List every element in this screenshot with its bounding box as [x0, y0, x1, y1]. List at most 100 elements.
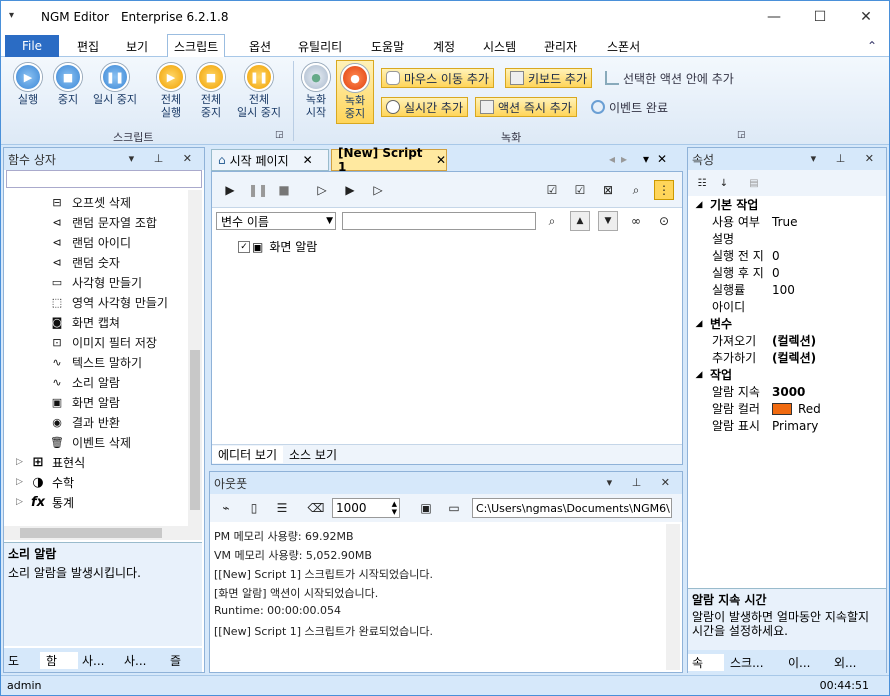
move-down-icon[interactable]: ▼	[598, 211, 618, 231]
run-button[interactable]: ▶ 실행	[11, 63, 45, 106]
tab-start-page[interactable]: ⌂ 시작 페이지 ✕	[211, 149, 329, 171]
toolbox-item[interactable]: ∿ 소리 알람	[50, 372, 120, 392]
clean-icon[interactable]: ⌁	[216, 498, 236, 518]
toolbox-category[interactable]: ▷ ⊞ 표현식	[16, 452, 85, 472]
vertical-scrollbar[interactable]	[188, 190, 202, 526]
maximize-button[interactable]: ☐	[797, 1, 843, 33]
stepper-arrows-icon[interactable]: ▲ ▼	[392, 500, 397, 516]
add-action-now-button[interactable]: 액션 즉시 추가	[475, 97, 577, 117]
toolbox-item[interactable]: ⊲ 랜덤 아이디	[50, 232, 131, 252]
prop-row[interactable]: 알람 표시 Primary	[688, 417, 886, 434]
categorized-icon[interactable]: ☷	[692, 173, 712, 193]
toolbox-search-input[interactable]	[6, 170, 202, 188]
toolbox-item[interactable]: ∿ 텍스트 말하기	[50, 352, 142, 372]
add-keyboard-button[interactable]: 키보드 추가	[505, 68, 593, 88]
close-button[interactable]: ✕	[843, 1, 889, 33]
search-icon[interactable]: ⌕	[542, 211, 562, 231]
add-in-selected-button[interactable]: 선택한 액션 안에 추가	[601, 68, 738, 88]
horizontal-scrollbar[interactable]	[4, 526, 202, 540]
prop-category-work[interactable]: ◢ 작업	[688, 366, 886, 383]
record-group-expand-icon[interactable]: ◲	[737, 130, 746, 140]
script-tree-item[interactable]: ✓ ▣ 화면 알람	[238, 238, 317, 255]
stop-all-button[interactable]: ■ 전체 중지	[191, 63, 231, 119]
tab-script[interactable]: [New] Script 1 ✕	[331, 146, 447, 174]
toolbox-item[interactable]: ⊟ 오프셋 삭제	[50, 192, 131, 212]
sort-alpha-icon[interactable]: ↓	[714, 173, 734, 193]
prop-row[interactable]: 설명	[688, 230, 886, 247]
menu-system[interactable]: 시스템	[483, 36, 516, 56]
list-icon[interactable]: ☰	[272, 498, 292, 518]
find-icon[interactable]: ⌕	[626, 180, 646, 200]
menu-script[interactable]: 스크립트	[167, 34, 226, 58]
toolbox-item[interactable]: ⊡ 이미지 필터 저장	[50, 332, 157, 352]
record-start-button[interactable]: ● 녹화 시작	[299, 63, 333, 119]
toolbox-item[interactable]: ▣ 화면 알람	[50, 392, 120, 412]
toolbox-item[interactable]: ⊲ 랜덤 숫자	[50, 252, 120, 272]
prop-row[interactable]: 아이디	[688, 298, 886, 315]
menu-help[interactable]: 도움말	[371, 36, 404, 56]
prop-row[interactable]: 가져오기 (컬렉션)	[688, 332, 886, 349]
prop-category-basic[interactable]: ◢ 기본 작업	[688, 196, 886, 213]
menu-edit[interactable]: 편집	[77, 36, 99, 56]
tab-properties[interactable]: 속	[688, 653, 724, 671]
variable-search-input[interactable]	[342, 212, 536, 230]
stop-icon[interactable]: ■	[274, 180, 294, 200]
tab-scroll-icon[interactable]: ◂▸	[609, 152, 633, 166]
system-menu-icon[interactable]: ▾	[9, 10, 23, 24]
toolbox-item[interactable]: ▭ 사각형 만들기	[50, 272, 142, 292]
move-up-icon[interactable]: ▲	[570, 211, 590, 231]
toolbox-item[interactable]: ⊲ 랜덤 문자열 조합	[50, 212, 157, 232]
tab-external-props[interactable]: 외...	[828, 654, 874, 671]
toolbox-item[interactable]: ⬚ 영역 사각형 만들기	[50, 292, 168, 312]
pause-button[interactable]: ❚❚ 일시 중지	[87, 63, 143, 106]
record-stop-button[interactable]: ● 녹화 중지	[336, 60, 374, 124]
minimize-button[interactable]: —	[751, 1, 797, 33]
tab-list-icon[interactable]: ▾✕	[643, 152, 675, 166]
pause-icon[interactable]: ❚❚	[248, 180, 268, 200]
menu-utility[interactable]: 유틸리티	[298, 36, 342, 56]
tab-image-props[interactable]: 이...	[782, 654, 828, 671]
prop-row[interactable]: 알람 지속 3000	[688, 383, 886, 400]
tab-close-icon[interactable]: ✕	[303, 153, 313, 167]
tree-view-icon[interactable]: ⋮	[654, 180, 674, 200]
add-mouse-move-button[interactable]: 마우스 이동 추가	[381, 68, 494, 88]
tab-toolbox-3[interactable]: 사...	[78, 652, 120, 669]
toolbox-category[interactable]: ▷ fx 통계	[16, 492, 74, 512]
step-icon[interactable]: ▷	[312, 180, 332, 200]
panel-controls[interactable]: ▾ ⊥ ✕	[811, 152, 882, 165]
menu-admin[interactable]: 관리자	[544, 36, 577, 56]
prop-row[interactable]: 사용 여부 True	[688, 213, 886, 230]
prop-row[interactable]: 실행률 100	[688, 281, 886, 298]
prop-row[interactable]: 추가하기 (컬렉션)	[688, 349, 886, 366]
log-path-input[interactable]: C:\Users\ngmas\Documents\NGM6\	[472, 498, 672, 518]
play-icon[interactable]: ▶	[220, 180, 240, 200]
prop-row[interactable]: 실행 후 지 0	[688, 264, 886, 281]
save-icon[interactable]: ▣	[416, 498, 436, 518]
toolbox-item[interactable]: 🗑 이벤트 삭제	[50, 432, 131, 452]
folder-icon[interactable]: ▭	[444, 498, 464, 518]
event-done-button[interactable]: 이벤트 완료	[587, 97, 672, 117]
variable-select[interactable]: 변수 이름 ▼	[216, 212, 336, 230]
delete-icon[interactable]: ⊠	[598, 180, 618, 200]
tab-close-icon[interactable]: ✕	[436, 153, 446, 167]
panel-controls[interactable]: ▾ ⊥ ✕	[607, 476, 678, 489]
prop-row[interactable]: 알람 컬러 Red	[688, 400, 886, 417]
step-into-icon[interactable]: ▶	[340, 180, 360, 200]
pause-all-button[interactable]: ❚❚ 전체 일시 중지	[231, 63, 287, 119]
toolbox-item[interactable]: ◙ 화면 캡쳐	[50, 312, 120, 332]
tab-toolbox-5[interactable]: 즐	[166, 652, 196, 669]
tab-editor-view[interactable]: 에디터 보기	[212, 446, 284, 463]
menu-view[interactable]: 보기	[126, 36, 148, 56]
add-realtime-button[interactable]: 실시간 추가	[381, 97, 469, 117]
menu-options[interactable]: 옵션	[249, 36, 271, 56]
infinity-icon[interactable]: ∞	[626, 211, 646, 231]
checkbox[interactable]: ✓	[238, 240, 250, 253]
tab-toolbox-1[interactable]: 도	[8, 652, 40, 669]
tab-toolbox-2[interactable]: 함	[40, 651, 78, 669]
toolbox-category[interactable]: ▷ ◑ 수학	[16, 472, 74, 492]
run-all-button[interactable]: ▶ 전체 실행	[151, 63, 191, 119]
document-icon[interactable]: ▯	[244, 498, 264, 518]
prop-category-var[interactable]: ◢ 변수	[688, 315, 886, 332]
property-pages-icon[interactable]: ▤	[744, 173, 764, 193]
collapse-ribbon-icon[interactable]: ⌃	[867, 36, 877, 56]
